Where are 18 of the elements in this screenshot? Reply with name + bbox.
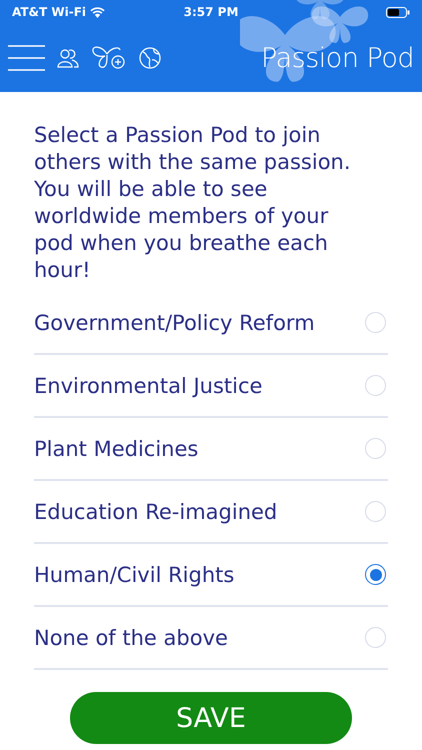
people-icon[interactable] [57, 47, 79, 69]
option-label[interactable]: Plant Medicines [34, 436, 365, 460]
option-label[interactable]: Government/Policy Reform [34, 310, 365, 334]
butterfly-add-icon[interactable] [91, 45, 127, 71]
carrier-name: AT&T Wi-Fi [12, 5, 86, 19]
wifi-icon [90, 6, 106, 18]
option-label[interactable]: Human/Civil Rights [34, 562, 365, 586]
intro-text: Select a Passion Pod to join others with the same passion. You will be able to see worldwide members of your pod when you breathe each hour! [34, 122, 352, 284]
option-label[interactable]: Education Re-imagined [34, 500, 365, 524]
page-title: Passion Pod [261, 42, 414, 74]
save-button[interactable]: SAVE [70, 692, 352, 744]
clock-time: 3:57 PM [184, 5, 238, 19]
option-label[interactable]: Environmental Justice [34, 374, 365, 398]
globe-icon[interactable] [139, 47, 161, 69]
battery-icon [386, 6, 410, 18]
option-label[interactable]: None of the above [34, 626, 365, 650]
menu-icon[interactable] [8, 45, 45, 71]
radio-button[interactable] [365, 564, 386, 585]
